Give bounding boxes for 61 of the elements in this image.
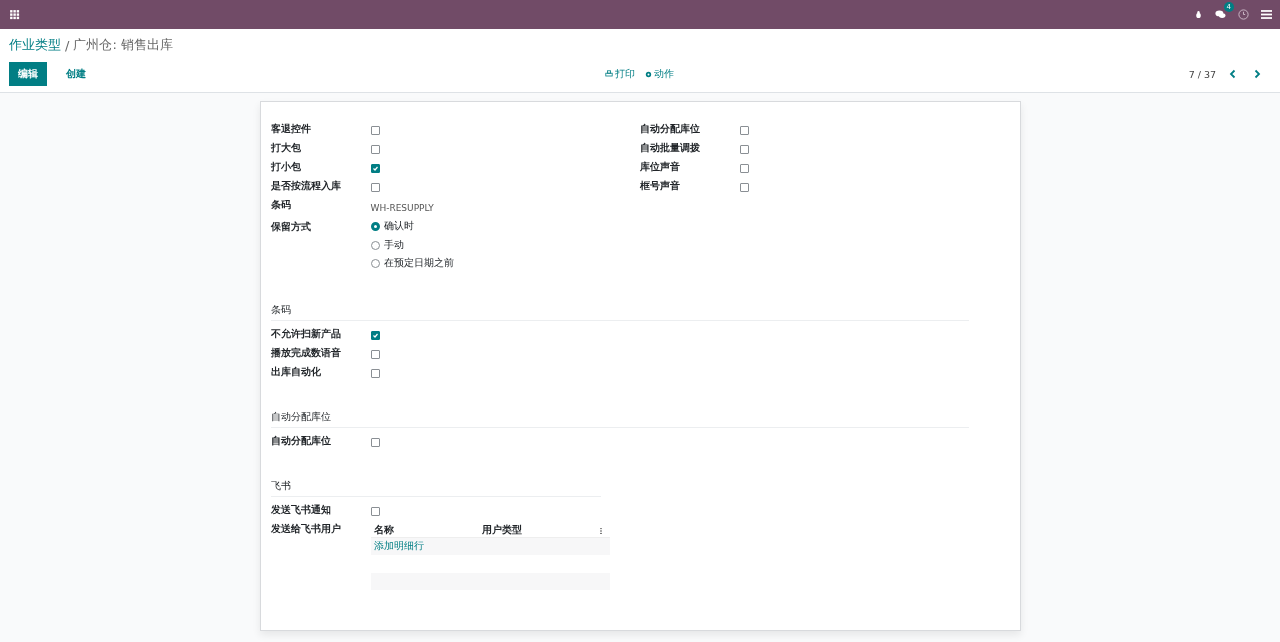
breadcrumb-separator: / — [65, 37, 70, 53]
field-label: 条码 — [270, 198, 292, 212]
checkbox[interactable] — [739, 145, 749, 154]
field-label: 保留方式 — [270, 219, 312, 234]
breadcrumb-link[interactable]: 作业类型 — [9, 36, 61, 54]
checkbox[interactable] — [739, 164, 749, 173]
menu-icon[interactable] — [1261, 9, 1272, 20]
field-label: 出库自动化 — [270, 365, 322, 380]
field-label: 框号声音 — [639, 179, 681, 193]
checkbox[interactable] — [370, 507, 380, 517]
apps-menu-icon[interactable] — [9, 9, 20, 20]
checkbox[interactable] — [370, 183, 380, 192]
gear-icon — [645, 70, 652, 78]
clock-icon[interactable] — [1238, 9, 1249, 20]
field-label: 客退控件 — [270, 122, 312, 136]
field-label: 打大包 — [270, 141, 302, 155]
chevron-left-icon — [1228, 69, 1238, 79]
checkbox[interactable] — [370, 350, 380, 360]
checkbox[interactable] — [370, 145, 380, 154]
checkbox[interactable] — [370, 331, 380, 341]
checkbox[interactable] — [370, 369, 380, 379]
radio-button[interactable] — [370, 240, 380, 250]
checkbox[interactable] — [370, 164, 380, 173]
field-value: WH-RESUPPLY — [370, 203, 434, 213]
checkbox[interactable] — [370, 126, 380, 135]
field-label: 自动批量调拨 — [639, 141, 701, 155]
field-label: 自动分配库位 — [270, 434, 332, 449]
radio-option[interactable]: 在预定日期之前 — [370, 253, 640, 274]
chat-icon — [1215, 9, 1226, 20]
hamburger-drawing — [1261, 9, 1272, 20]
add-line-link[interactable]: 添加明细行 — [373, 540, 424, 554]
record-title: 广州仓: 销售出库 — [73, 36, 173, 54]
printer-icon — [605, 70, 613, 78]
pager-counter: 7 / 37 — [1188, 68, 1216, 80]
grid-icon — [9, 9, 20, 20]
field-label: 自动分配库位 — [639, 122, 701, 136]
section-title: 自动分配库位 — [270, 410, 969, 429]
radio-option[interactable]: 确认时 — [370, 216, 640, 237]
clock-drawing — [1238, 9, 1249, 20]
radio-button[interactable] — [370, 259, 380, 269]
edit-button[interactable]: 编辑 — [9, 62, 47, 86]
field-label: 不允许扫新产品 — [270, 327, 342, 342]
field-label: 播放完成数语音 — [270, 346, 342, 361]
print-button[interactable]: 打印 — [605, 67, 635, 81]
radio-option[interactable]: 手动 — [370, 235, 640, 255]
field-label: 打小包 — [270, 160, 302, 174]
radio-button[interactable] — [370, 222, 380, 231]
section-title: 飞书 — [270, 479, 601, 498]
field-label: 是否按流程入库 — [270, 179, 342, 193]
action-button[interactable]: 动作 — [645, 67, 674, 81]
column-header: 名称 — [373, 524, 395, 538]
field-label: 库位声音 — [639, 160, 681, 174]
checkbox[interactable] — [739, 126, 749, 135]
checkbox[interactable] — [370, 438, 380, 448]
chevron-right-icon — [1252, 69, 1262, 79]
field-label: 发送飞书通知 — [270, 503, 332, 518]
column-header: 用户类型 — [481, 524, 523, 538]
field-label: 发送给飞书用户 — [270, 522, 342, 537]
checkbox[interactable] — [739, 183, 749, 192]
section-title: 条码 — [270, 303, 969, 322]
create-button[interactable]: 创建 — [57, 62, 95, 86]
